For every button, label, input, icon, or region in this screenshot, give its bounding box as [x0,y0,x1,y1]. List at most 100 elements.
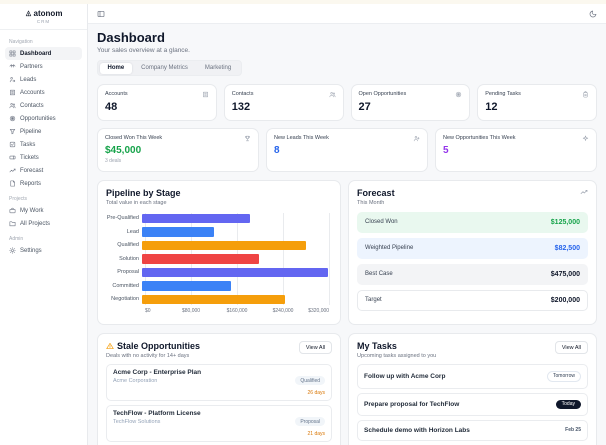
sidebar-item-forecast[interactable]: Forecast [5,164,82,177]
task-item-prepare-proposal-for-techflow[interactable]: Prepare proposal for TechFlow Today [357,392,588,416]
task-name: Prepare proposal for TechFlow [364,400,460,408]
panel-left-icon[interactable] [97,10,105,18]
sidebar-item-partners[interactable]: Partners [5,60,82,73]
bar-lead[interactable] [142,227,214,237]
nav-section-label: Navigation [9,39,33,45]
sidebar-item-label: Pipeline [20,128,42,135]
x-tick-label: $240,000 [272,308,294,314]
dashboard-icon [9,50,16,57]
stat-value: 132 [231,101,251,113]
forecast-rows: Closed Won $125,000 Weighted Pipeline $82,5… [357,211,588,311]
sidebar-item-reports[interactable]: Reports [5,177,82,190]
stat-value: 12 [485,101,498,113]
forecast-title: Forecast [357,188,395,198]
bar-negotiation[interactable] [142,294,286,304]
tab-marketing[interactable]: Marketing [197,63,239,74]
tickets-icon [9,154,16,161]
tasks-icon [9,141,16,148]
tab-home[interactable]: Home [99,62,133,74]
stale-item-meta: Qualified 26 days [295,369,326,396]
topbar [88,4,606,24]
stats-row: Accounts 48 Contacts 132 Open Opportunities 2… [97,84,597,121]
stale-opportunities-panel: Stale Opportunities Deals with no activi… [97,333,342,445]
sidebar-item-contacts[interactable]: Contacts [5,99,82,112]
pipeline-chart: Pre-Qualified Lead Qualified Solution Propos… [106,212,332,307]
stat-card-new-leads-this-week: New Leads This Week 8 [266,128,428,172]
bar-row-pre-qualified: Pre-Qualified [106,212,332,226]
stale-item-acme-corp-enterprise-plan[interactable]: Acme Corp - Enterprise Plan Acme Corporat… [106,363,333,401]
forecast-panel: Forecast This Month Closed Won $125,000 We… [348,180,597,325]
stale-view-all-button[interactable]: View All [298,341,333,354]
contacts-icon [9,102,16,109]
bar-pre-qualified[interactable] [142,213,251,223]
task-item-schedule-demo-with-horizon-labs[interactable]: Schedule demo with Horizon Labs Feb 25 [357,419,588,441]
bar-track [142,281,329,291]
sidebar-item-all-projects[interactable]: All Projects [5,217,82,230]
tab-company-metrics[interactable]: Company Metrics [133,63,196,74]
leads-icon [9,76,16,83]
week-stats-row: Closed Won This Week $45,000 3 deals New Le… [97,128,597,172]
task-due-badge: Feb 25 [565,427,581,433]
sidebar-item-label: Reports [20,180,42,187]
dashboard-tabs: Home Company Metrics Marketing [97,60,242,76]
bar-proposal[interactable] [142,267,328,277]
tasks-view-all-button[interactable]: View All [554,341,588,354]
stat-label: Pending Tasks [485,91,521,97]
app-name: atonom [33,9,63,18]
nav-section-label: Admin [9,236,24,242]
sidebar-item-my-work[interactable]: My Work [5,204,82,217]
stat-card-new-opportunities-this-week: New Opportunities This Week 5 [435,128,597,172]
trophy-icon [244,135,251,142]
users-icon [329,91,336,98]
forecast-subtitle: This Month [357,199,385,206]
forecast-row-target: Target $200,000 [357,289,588,311]
task-name: Follow up with Acme Corp [364,372,446,380]
theme-toggle-icon[interactable] [589,10,597,18]
category-label: Qualified [117,242,139,249]
category-label: Pre-Qualified [106,215,139,222]
sidebar-item-pipeline[interactable]: Pipeline [5,125,82,138]
category-label: Negotiation [111,296,139,303]
stale-item-text: TechFlow - Platform License TechFlow Solu… [113,410,201,425]
sidebar-item-settings[interactable]: Settings [5,244,82,257]
bar-track [142,213,329,223]
bar-track [142,254,329,264]
category-label: Lead [126,228,139,235]
stat-value: 8 [274,145,280,156]
stale-item-techflow-platform-license[interactable]: TechFlow - Platform License TechFlow Solu… [106,404,333,442]
stat-value: 5 [443,145,449,156]
accounts-icon [9,89,16,96]
forecast-row-label: Closed Won [365,219,398,225]
sidebar-item-label: Contacts [20,102,44,109]
forecast-icon [9,167,16,174]
bar-solution[interactable] [142,254,259,264]
main-area: Dashboard Your sales overview at a glanc… [88,4,606,445]
stat-card-open-opportunities: Open Opportunities 27 [350,84,471,121]
sidebar-item-label: All Projects [20,220,51,227]
bottom-row: Stale Opportunities Deals with no activi… [97,333,597,445]
bar-row-solution: Solution [106,252,332,266]
sidebar-item-dashboard[interactable]: Dashboard [5,47,82,60]
task-name: Schedule demo with Horizon Labs [364,426,470,434]
forecast-row-value: $200,000 [550,296,580,304]
bar-qualified[interactable] [142,240,306,250]
page-subtitle: Your sales overview at a glance. [97,47,190,54]
bar-track [142,267,329,277]
sidebar-item-leads[interactable]: Leads [5,73,82,86]
sidebar-item-accounts[interactable]: Accounts [5,86,82,99]
task-item-follow-up-with-acme-corp[interactable]: Follow up with Acme Corp Tomorrow [357,363,588,389]
sidebar-item-tasks[interactable]: Tasks [5,138,82,151]
bar-committed[interactable] [142,281,232,291]
user-plus-icon [413,135,420,142]
stage-badge: Proposal [295,417,326,426]
category-label: Proposal [117,269,139,276]
x-tick-label: $80,000 [181,308,201,314]
my-tasks-panel: My Tasks Upcoming tasks assigned to you … [348,333,597,445]
tasks-subtitle: Upcoming tasks assigned to you [357,352,437,359]
category-label: Solution [119,255,139,262]
stat-label: Closed Won This Week [105,135,163,141]
dashboard-content: Dashboard Your sales overview at a glanc… [88,24,606,445]
task-due-badge: Tomorrow [547,370,581,382]
sidebar-item-tickets[interactable]: Tickets [5,151,82,164]
sidebar-item-opportunities[interactable]: Opportunities [5,112,82,125]
